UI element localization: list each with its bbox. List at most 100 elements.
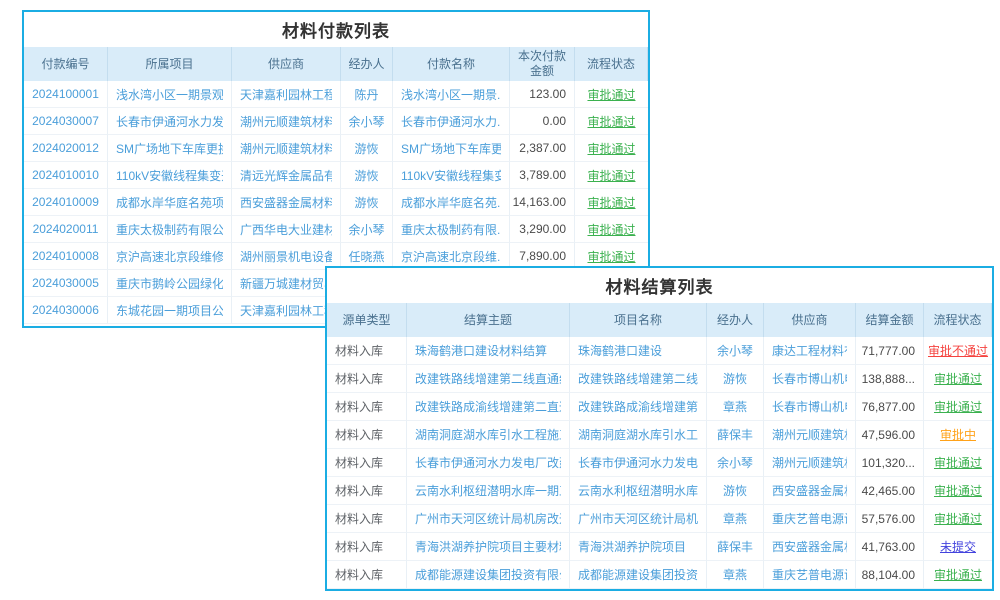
column-header-supplier: 供应商 (232, 47, 341, 81)
handler-link[interactable]: 游恢 (354, 194, 378, 211)
project-link[interactable]: 110kV安徽线程集变开断... (116, 167, 223, 184)
supplier-link[interactable]: 西安盛器金属材料有... (772, 482, 847, 499)
settlement-subject-link[interactable]: 长春市伊通河水力发电厂改建工程... (415, 454, 561, 471)
flow-status-link[interactable]: 审批通过 (934, 398, 982, 415)
column-header-payment-name: 付款名称 (393, 47, 510, 81)
settlement-subject-link[interactable]: 湖南洞庭湖水库引水工程施工标材... (415, 426, 561, 443)
flow-status-link[interactable]: 审批通过 (587, 248, 635, 265)
payment-no-link[interactable]: 2024010010 (32, 168, 99, 182)
flow-status-link[interactable]: 审批通过 (587, 140, 635, 157)
supplier-link[interactable]: 湖州丽景机电设备有限... (240, 248, 332, 265)
project-link[interactable]: 浅水湾小区一期景观提... (116, 86, 223, 103)
settlement-subject-link[interactable]: 广州市天河区统计局机房改造项目... (415, 510, 561, 527)
supplier-link[interactable]: 潮州元顺建筑材料有... (772, 426, 847, 443)
flow-status-link[interactable]: 审批通过 (934, 566, 982, 583)
supplier-link[interactable]: 康达工程材料有限公司 (772, 342, 847, 359)
flow-status-link[interactable]: 审批中 (940, 426, 976, 443)
project-link[interactable]: 成都水岸华庭名苑项目... (116, 194, 223, 211)
handler-link[interactable]: 章燕 (723, 398, 747, 415)
handler-link[interactable]: 陈丹 (354, 86, 378, 103)
supplier-link[interactable]: 潮州元顺建筑材料有限... (240, 113, 332, 130)
handler-link[interactable]: 余小琴 (717, 454, 753, 471)
handler-link[interactable]: 游恢 (723, 482, 747, 499)
payment-no-link[interactable]: 2024030006 (32, 303, 99, 317)
project-link[interactable]: 东城花园一期项目公寓... (116, 302, 223, 319)
project-link[interactable]: 重庆市鹅岭公园绿化景... (116, 275, 223, 292)
flow-status-link[interactable]: 审批通过 (934, 510, 982, 527)
project-link[interactable]: 京沪高速北京段维修 (116, 248, 223, 265)
project-name-link[interactable]: 云南水利枢纽潜明水库一... (578, 482, 698, 499)
flow-status-link[interactable]: 审批通过 (934, 454, 982, 471)
project-name-link[interactable]: 改建铁路成渝线增建第二... (578, 398, 698, 415)
flow-status-link[interactable]: 审批通过 (587, 113, 635, 130)
handler-link[interactable]: 游恢 (354, 140, 378, 157)
project-name-link[interactable]: 成都能源建设集团投资有... (578, 566, 698, 583)
supplier-link[interactable]: 潮州元顺建筑材料有限... (240, 140, 332, 157)
payment-no-link[interactable]: 2024010008 (32, 249, 99, 263)
supplier-link[interactable]: 重庆艺普电源设备有... (772, 566, 847, 583)
supplier-link[interactable]: 西安盛器金属材料有限... (240, 194, 332, 211)
flow-status-link[interactable]: 未提交 (940, 538, 976, 555)
handler-link[interactable]: 余小琴 (348, 221, 384, 238)
handler-link[interactable]: 余小琴 (348, 113, 384, 130)
payment-name-link[interactable]: 长春市伊通河水力... (401, 113, 501, 130)
project-name-link[interactable]: 湖南洞庭湖水库引水工程... (578, 426, 698, 443)
source-type-label: 材料入库 (335, 426, 383, 443)
settlement-subject-link[interactable]: 青海洪湖养护院项目主要材料结算 (415, 538, 561, 555)
settlement-subject-link[interactable]: 珠海鹤港口建设材料结算 (415, 342, 547, 359)
payment-no-link[interactable]: 2024030005 (32, 276, 99, 290)
flow-status-link[interactable]: 审批通过 (587, 167, 635, 184)
payment-name-link[interactable]: 成都水岸华庭名苑... (401, 194, 501, 211)
flow-status-link[interactable]: 审批通过 (587, 194, 635, 211)
project-link[interactable]: SM广场地下车库更换摄... (116, 140, 223, 157)
handler-link[interactable]: 任晓燕 (348, 248, 384, 265)
project-link[interactable]: 重庆太极制药有限公司... (116, 221, 223, 238)
supplier-link[interactable]: 广西华电大业建材有限... (240, 221, 332, 238)
payment-no-link[interactable]: 2024100001 (32, 87, 99, 101)
project-name-link[interactable]: 广州市天河区统计局机房... (578, 510, 698, 527)
source-type-label: 材料入库 (335, 510, 383, 527)
handler-link[interactable]: 薛保丰 (717, 538, 753, 555)
payment-no-link[interactable]: 2024020012 (32, 141, 99, 155)
settlement-subject-link[interactable]: 云南水利枢纽潜明水库一期工程施... (415, 482, 561, 499)
handler-link[interactable]: 游恢 (723, 370, 747, 387)
payment-no-link[interactable]: 2024020011 (33, 222, 99, 236)
flow-status-link[interactable]: 审批通过 (587, 86, 635, 103)
source-type-label: 材料入库 (335, 454, 383, 471)
payment-name-link[interactable]: 重庆太极制药有限... (401, 221, 501, 238)
project-name-link[interactable]: 青海洪湖养护院项目 (578, 538, 686, 555)
settlement-subject-link[interactable]: 改建铁路线增建第二线直通线（成... (415, 370, 561, 387)
flow-status-link[interactable]: 审批通过 (587, 221, 635, 238)
payment-name-link[interactable]: 110kV安徽线程集变... (401, 167, 501, 184)
supplier-link[interactable]: 西安盛器金属材料有... (772, 538, 847, 555)
supplier-link[interactable]: 长春市博山机电设备... (772, 398, 847, 415)
project-name-link[interactable]: 改建铁路线增建第二线直... (578, 370, 698, 387)
handler-link[interactable]: 章燕 (723, 566, 747, 583)
supplier-link[interactable]: 清远光辉金属品有限公司 (240, 167, 332, 184)
settlement-subject-link[interactable]: 改建铁路成渝线增建第二直通线（... (415, 398, 561, 415)
supplier-link[interactable]: 天津嘉利园林工程有 (240, 302, 332, 319)
supplier-link[interactable]: 长春市博山机电设备... (772, 370, 847, 387)
supplier-link[interactable]: 重庆艺普电源设备有... (772, 510, 847, 527)
handler-link[interactable]: 游恢 (354, 167, 378, 184)
handler-link[interactable]: 余小琴 (717, 342, 753, 359)
project-name-link[interactable]: 长春市伊通河水力发电厂... (578, 454, 698, 471)
payment-no-link[interactable]: 2024010009 (32, 195, 99, 209)
payment-name-link[interactable]: 浅水湾小区一期景... (401, 86, 501, 103)
project-link[interactable]: 长春市伊通河水力发电... (116, 113, 223, 130)
supplier-link[interactable]: 天津嘉利园林工程有限... (240, 86, 332, 103)
flow-status-link[interactable]: 审批通过 (934, 482, 982, 499)
supplier-link[interactable]: 潮州元顺建筑材料有... (772, 454, 847, 471)
payment-no-link[interactable]: 2024030007 (32, 114, 99, 128)
flow-status-link[interactable]: 审批通过 (934, 370, 982, 387)
project-name-link[interactable]: 珠海鹤港口建设 (578, 342, 662, 359)
supplier-link[interactable]: 新疆万城建材贸易有 (240, 275, 332, 292)
payment-name-link[interactable]: SM广场地下车库更... (401, 140, 501, 157)
payment-name-link[interactable]: 京沪高速北京段维... (401, 248, 501, 265)
settlement-table-panel: 材料结算列表 源单类型 结算主题 项目名称 经办人 供应商 结算金额 流程状态 … (325, 266, 994, 591)
flow-status-link[interactable]: 审批不通过 (928, 342, 988, 359)
handler-link[interactable]: 薛保丰 (717, 426, 753, 443)
settlement-subject-link[interactable]: 成都能源建设集团投资有限公司临... (415, 566, 561, 583)
settlement-amount-value: 76,877.00 (862, 400, 915, 414)
handler-link[interactable]: 章燕 (723, 510, 747, 527)
